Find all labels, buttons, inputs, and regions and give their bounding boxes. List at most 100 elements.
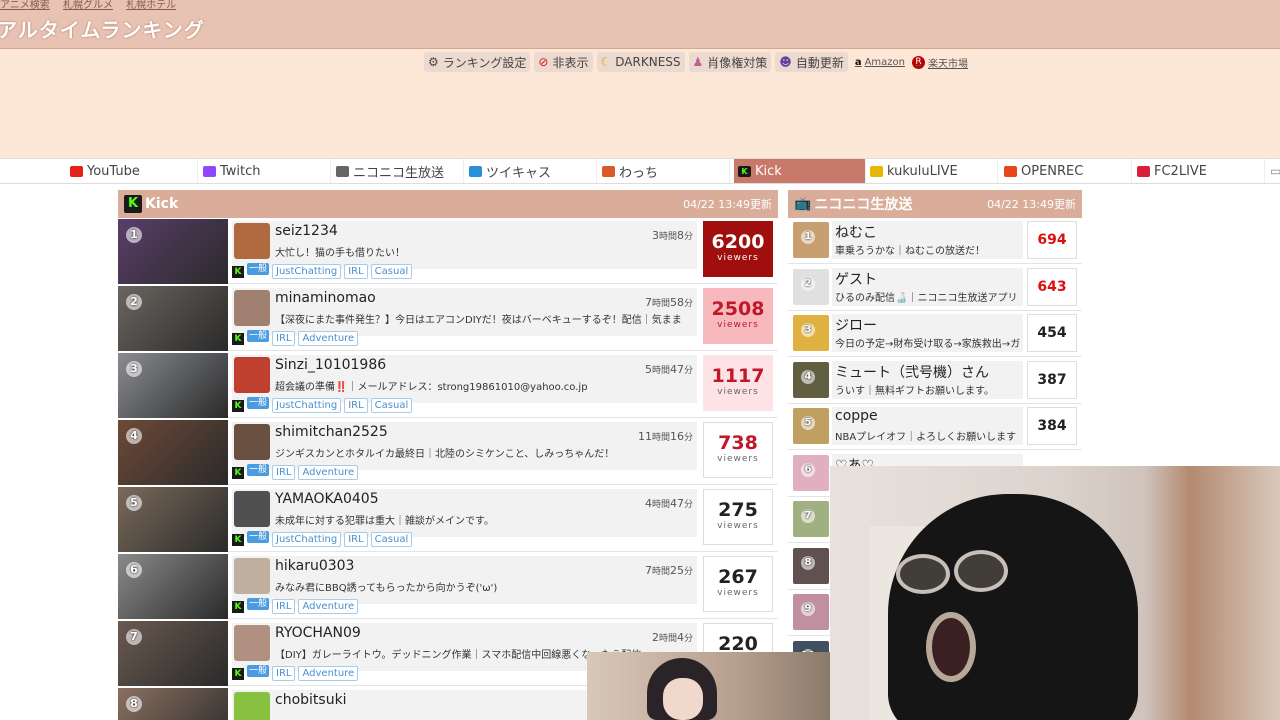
darkness-label: DARKNESS (615, 55, 681, 69)
portrait-rights-button[interactable]: ♟ 肖像権対策 (688, 52, 772, 72)
tab-fc2live[interactable]: FC2LIVE (1133, 159, 1265, 183)
stream-info[interactable]: ジロー 今日の予定→財布受け取る→家族救出→ガ (832, 314, 1023, 352)
streamer-name[interactable]: shimitchan2525 (275, 424, 388, 440)
tab-kukululive[interactable]: kukuluLIVE (866, 159, 998, 183)
streamer-name[interactable]: hikaru0303 (275, 558, 354, 574)
stream-thumbnail[interactable]: 8 (118, 688, 228, 720)
category-tag[interactable]: Adventure (298, 666, 359, 681)
kick-ranking-row[interactable]: 1 seiz1234 大忙し！猫の手も借りたい！ 3時間8分 K 一般 Just… (118, 218, 778, 284)
tab-twitch[interactable]: Twitch (199, 159, 331, 183)
crumb-link[interactable]: 札幌ホテル (126, 0, 176, 11)
stream-thumbnail[interactable]: 9 (793, 594, 829, 630)
stream-thumbnail[interactable]: 8 (793, 547, 829, 584)
page-title[interactable]: アルタイムランキング (0, 14, 205, 43)
tab-[interactable]: ツイキャス (465, 159, 597, 183)
stream-info[interactable]: shimitchan2525 ジンギスカンとホタルイカ最終日｜北陸のシミケンこと… (232, 422, 697, 470)
category-tag[interactable]: IRL (344, 398, 368, 413)
amazon-link[interactable]: a Amazon (855, 57, 905, 68)
stream-info[interactable]: ゲスト ひるのみ配信🍶｜ニコニコ生放送アプリ (832, 267, 1023, 306)
niconico-ranking-row[interactable]: 4 ミュート（弐号機）さん ういす｜無料ギフトお願いします。 387 (788, 358, 1082, 404)
ranking-settings-button[interactable]: ⚙ ランキング設定 (424, 52, 531, 72)
tab-more[interactable]: ▭ (1266, 159, 1280, 183)
category-tag[interactable]: IRL (344, 264, 368, 279)
streamer-name[interactable]: ミュート（弐号機）さん (835, 362, 989, 382)
stream-thumbnail[interactable]: 6 (793, 454, 829, 491)
category-tag[interactable]: IRL (272, 599, 296, 614)
category-tag[interactable]: IRL (344, 532, 368, 547)
category-tag[interactable]: Adventure (298, 599, 359, 614)
streamer-name[interactable]: RYOCHAN09 (275, 625, 361, 641)
youtube-icon (70, 165, 83, 177)
niconico-updated-time: 04/22 13:49更新 (987, 198, 1076, 211)
category-tag[interactable]: JustChatting (272, 264, 342, 279)
category-tag[interactable]: Adventure (298, 331, 359, 346)
streamer-name[interactable]: chobitsuki (275, 692, 347, 708)
crumb-link[interactable]: 札幌グルメ (63, 0, 113, 11)
darkness-button[interactable]: ☾ DARKNESS (596, 52, 685, 72)
stream-thumbnail[interactable]: 7 (118, 621, 228, 686)
streamer-name[interactable]: minaminomao (275, 290, 376, 306)
stream-thumbnail[interactable]: 3 (118, 353, 228, 418)
stream-info[interactable]: seiz1234 大忙し！猫の手も借りたい！ 3時間8分 (232, 221, 697, 269)
kick-ranking-row[interactable]: 5 YAMAOKA0405 未成年に対する犯罪は重大｜雑談がメインです。 4時間… (118, 486, 778, 552)
general-badge: 一般 (247, 329, 270, 342)
streamer-name[interactable]: seiz1234 (275, 223, 338, 239)
tab-label: Kick (755, 163, 782, 179)
streamer-name[interactable]: ゲスト (835, 269, 877, 289)
amazon-icon: a (854, 56, 862, 68)
tab-label: kukuluLIVE (887, 163, 958, 179)
stream-thumbnail[interactable]: 4 (793, 361, 829, 398)
stream-info[interactable]: ミュート（弐号機）さん ういす｜無料ギフトお願いします。 (832, 360, 1023, 399)
stream-info[interactable]: YAMAOKA0405 未成年に対する犯罪は重大｜雑談がメインです。 4時間47… (232, 489, 697, 537)
kukulu-icon (870, 165, 883, 177)
tab-openrec[interactable]: OPENREC (1000, 159, 1132, 183)
auto-update-button[interactable]: ☻ 自動更新 (775, 52, 848, 72)
stream-thumbnail[interactable]: 3 (793, 315, 829, 351)
kick-ranking-row[interactable]: 3 Sinzi_10101986 超会議の準備‼️｜メールアドレス：strong… (118, 352, 778, 418)
category-tag[interactable]: Casual (370, 398, 413, 413)
stream-thumbnail[interactable]: 6 (118, 554, 228, 619)
category-tag[interactable]: Casual (370, 532, 413, 547)
streamer-name[interactable]: ねむこ (835, 222, 877, 242)
stream-info[interactable]: minaminomao 【深夜にまた事件発生？】今日はエアコンDIYだ！夜はバー… (232, 288, 697, 336)
category-tag[interactable]: JustChatting (272, 398, 342, 413)
stream-thumbnail[interactable]: 5 (118, 487, 228, 552)
streamer-name[interactable]: YAMAOKA0405 (275, 491, 379, 507)
category-tag[interactable]: IRL (272, 666, 296, 681)
stream-thumbnail[interactable]: 1 (793, 222, 829, 258)
category-tag[interactable]: Casual (370, 264, 413, 279)
stream-info[interactable]: Sinzi_10101986 超会議の準備‼️｜メールアドレス：strong19… (232, 355, 697, 403)
stream-thumbnail[interactable]: 7 (793, 501, 829, 537)
kick-ranking-row[interactable]: 4 shimitchan2525 ジンギスカンとホタルイカ最終日｜北陸のシミケン… (118, 419, 778, 485)
streamer-name[interactable]: Sinzi_10101986 (275, 357, 386, 373)
hide-button[interactable]: ⊘ 非表示 (534, 52, 593, 72)
kick-ranking-row[interactable]: 2 minaminomao 【深夜にまた事件発生？】今日はエアコンDIYだ！夜は… (118, 285, 778, 351)
stream-info[interactable]: ねむこ 車乗ろうかな｜ねむこの放送だ！ (832, 221, 1023, 259)
kick-ranking-row[interactable]: 6 hikaru0303 みなみ君にBBQ誘ってもらったから向かうぞ('ω') … (118, 553, 778, 619)
tab-youtube[interactable]: YouTube (66, 159, 198, 183)
niconico-ranking-row[interactable]: 5 coppe NBAプレイオフ｜よろしくお願いします 384 (788, 404, 1082, 450)
stream-thumbnail[interactable]: 2 (118, 286, 228, 351)
tab-[interactable]: わっち (598, 159, 730, 183)
tab-[interactable]: ニコニコ生放送 (332, 159, 464, 183)
stream-thumbnail[interactable]: 1 (118, 219, 228, 284)
category-tag[interactable]: JustChatting (272, 532, 342, 547)
category-tag[interactable]: IRL (272, 331, 296, 346)
niconico-ranking-row[interactable]: 3 ジロー 今日の予定→財布受け取る→家族救出→ガ 454 (788, 311, 1082, 357)
niconico-ranking-row[interactable]: 1 ねむこ 車乗ろうかな｜ねむこの放送だ！ 694 (788, 218, 1082, 264)
rakuten-link[interactable]: R 楽天市場 (912, 55, 968, 70)
viewer-count-box: 2508 viewers (703, 288, 773, 344)
category-tag[interactable]: IRL (272, 465, 296, 480)
crumb-link[interactable]: アニメ検索 (0, 0, 50, 11)
stream-thumbnail[interactable]: 5 (793, 408, 829, 444)
stream-info[interactable]: coppe NBAプレイオフ｜よろしくお願いします (832, 407, 1023, 445)
stream-thumbnail[interactable]: 4 (118, 420, 228, 485)
stream-info[interactable]: hikaru0303 みなみ君にBBQ誘ってもらったから向かうぞ('ω') 7時… (232, 556, 697, 604)
streamer-name[interactable]: coppe (835, 408, 878, 424)
tab-kick[interactable]: K Kick (734, 159, 866, 183)
category-tag[interactable]: Adventure (298, 465, 359, 480)
stream-thumbnail[interactable]: 2 (793, 268, 829, 305)
niconico-ranking-row[interactable]: 2 ゲスト ひるのみ配信🍶｜ニコニコ生放送アプリ 643 (788, 265, 1082, 311)
kick-small-icon: K (232, 667, 244, 680)
streamer-name[interactable]: ジロー (835, 315, 877, 335)
